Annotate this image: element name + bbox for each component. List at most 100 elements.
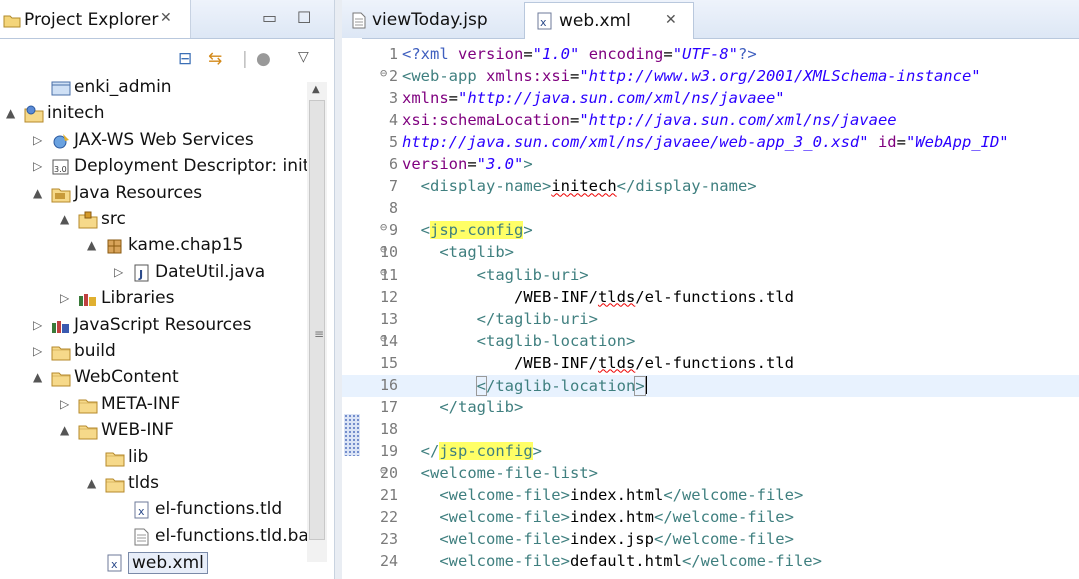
expand-toggle-icon[interactable]: ▷ xyxy=(33,318,42,332)
collapse-toggle-icon[interactable]: ▲ xyxy=(87,238,96,252)
tree-item[interactable]: ▷ JAX-WS Web Services xyxy=(0,128,312,154)
tree-item[interactable]: ▲ WEB-INF xyxy=(0,418,312,444)
code-line[interactable]: 24 <welcome-file>default.html</welcome-f… xyxy=(342,551,1079,573)
code-text: <taglib-location> xyxy=(402,332,636,350)
code-line[interactable]: 17 </taglib> xyxy=(342,397,1079,419)
fold-toggle-icon[interactable]: ⊖ xyxy=(380,463,387,477)
code-line[interactable]: 3 xmlns="http://java.sun.com/xml/ns/javae… xyxy=(342,88,1079,110)
code-line[interactable]: 7 <display-name>initech</display-name> xyxy=(342,176,1079,198)
scroll-up-icon[interactable]: ▲ xyxy=(312,84,320,95)
tree-item[interactable]: ▲ Java Resources xyxy=(0,181,312,207)
minimize-icon[interactable]: ▭ xyxy=(262,8,277,27)
fold-toggle-icon[interactable]: ⊖ xyxy=(380,66,387,80)
tree-item-label: DateUtil.java xyxy=(155,261,266,282)
scrollbar-thumb[interactable]: ≡ xyxy=(309,100,325,540)
line-number: 7 xyxy=(388,177,398,196)
tree-item[interactable]: el-functions.tld.ba xyxy=(0,524,312,550)
collapse-toggle-icon[interactable]: ▲ xyxy=(6,106,15,120)
tree-item[interactable]: ▲ initech xyxy=(0,101,312,127)
expand-toggle-icon[interactable]: ▷ xyxy=(114,265,123,279)
code-line[interactable]: 5 http://java.sun.com/xml/ns/javaee/web-a… xyxy=(342,132,1079,154)
tree-scrollbar[interactable]: ▲ ≡ xyxy=(307,82,327,562)
spelling-marked-text: initech xyxy=(551,177,617,196)
code-token: </welcome-file> xyxy=(653,530,794,549)
tab-project-explorer[interactable]: Project Explorer ✕ xyxy=(0,0,191,38)
expand-toggle-icon[interactable]: ▷ xyxy=(33,159,42,173)
tree-item[interactable]: ▷ 3.0 Deployment Descriptor: inite xyxy=(0,154,320,180)
tree-item[interactable]: ▷ J DateUtil.java xyxy=(0,260,312,286)
tree-item[interactable]: ▷ JavaScript Resources xyxy=(0,313,312,339)
tree-item[interactable]: x web.xml xyxy=(0,550,312,576)
code-line[interactable]: 23 <welcome-file>index.jsp</welcome-file… xyxy=(342,529,1079,551)
code-token: "http://java.sun.com/xml/ns/javaee" xyxy=(458,89,785,108)
code-line[interactable]: 18 xyxy=(342,419,1079,441)
code-line[interactable]: 1 <?xml version="1.0" encoding="UTF-8"?> xyxy=(342,44,1079,66)
tree-item[interactable]: ▲ kame.chap15 xyxy=(0,233,312,259)
fold-toggle-icon[interactable]: ⊖ xyxy=(380,331,387,345)
fold-toggle-icon[interactable]: ⊖ xyxy=(380,220,387,234)
code-line[interactable]: 2 ⊖ <web-app xmlns:xsi="http://www.w3.org/… xyxy=(342,66,1079,88)
code-line[interactable]: 15 /WEB-INF/tlds/el-functions.tld xyxy=(342,353,1079,375)
code-line[interactable]: 16 </taglib-location> xyxy=(342,374,1079,397)
collapse-toggle-icon[interactable]: ▲ xyxy=(33,186,42,200)
code-line[interactable]: 6 version="3.0"> xyxy=(342,154,1079,176)
fold-toggle-icon[interactable]: ⊖ xyxy=(380,265,387,279)
code-line[interactable]: 22 <welcome-file>index.htm</welcome-file… xyxy=(342,507,1079,529)
expand-toggle-icon[interactable]: ▷ xyxy=(33,133,42,147)
code-line[interactable]: 14 ⊖ <taglib-location> xyxy=(342,331,1079,353)
code-line[interactable]: 4 xsi:schemaLocation="http://java.sun.com… xyxy=(342,110,1079,132)
line-number: 1 xyxy=(388,45,398,63)
tree-item-label: src xyxy=(101,209,126,229)
tree-item[interactable]: ▲ tlds xyxy=(0,471,312,497)
code-token: xmlns xyxy=(402,89,449,108)
code-line[interactable]: 10 ⊖ <taglib> xyxy=(342,242,1079,264)
tree-item[interactable]: ▲ src xyxy=(0,207,312,233)
code-line[interactable]: 11 ⊖ <taglib-uri> xyxy=(342,265,1079,287)
tree-item[interactable]: ▲ WebContent xyxy=(0,365,312,391)
collapse-all-icon[interactable]: ⊟ xyxy=(178,49,192,69)
collapse-toggle-icon[interactable]: ▲ xyxy=(87,476,96,490)
tree-item[interactable]: ▷ Libraries xyxy=(0,286,312,312)
close-icon[interactable]: ✕ xyxy=(160,10,172,26)
source-folder-icon xyxy=(78,211,98,229)
tab-viewtoday-jsp[interactable]: viewToday.jsp xyxy=(342,2,520,38)
collapse-toggle-icon[interactable]: ▲ xyxy=(60,423,69,437)
tree-item[interactable]: ▷ META-INF xyxy=(0,392,312,418)
code-line[interactable]: 8 xyxy=(342,198,1079,220)
link-with-editor-icon[interactable]: ⇆ xyxy=(208,49,222,69)
folder-icon xyxy=(3,13,21,32)
code-token: = xyxy=(663,45,673,63)
folder-icon xyxy=(78,422,98,440)
code-line[interactable]: 20 ⊖ <welcome-file-list> xyxy=(342,463,1079,485)
collapse-toggle-icon[interactable]: ▲ xyxy=(60,212,69,226)
focus-icon[interactable]: ● xyxy=(256,49,271,69)
close-icon[interactable]: ✕ xyxy=(665,12,677,28)
code-token: <welcome-file> xyxy=(439,508,570,527)
expand-toggle-icon[interactable]: ▷ xyxy=(33,344,42,358)
code-line[interactable]: 9 ⊖ <jsp-config> xyxy=(342,220,1079,242)
code-line[interactable]: 21 <welcome-file>index.html</welcome-fil… xyxy=(342,485,1079,507)
expand-toggle-icon[interactable]: ▷ xyxy=(60,291,69,305)
expand-toggle-icon[interactable]: ▷ xyxy=(60,397,69,411)
code-line[interactable]: 12 /WEB-INF/tlds/el-functions.tld xyxy=(342,287,1079,309)
fold-toggle-icon[interactable]: ⊖ xyxy=(380,242,387,256)
tree-item[interactable]: lib xyxy=(0,445,312,471)
line-number: 5 xyxy=(388,133,398,152)
tree-item[interactable]: enki_admin xyxy=(0,75,312,101)
tree-item-label: el-functions.tld.ba xyxy=(155,525,309,546)
code-line[interactable]: 19 </jsp-config> xyxy=(342,441,1079,463)
code-line[interactable]: 13 </taglib-uri> xyxy=(342,309,1079,331)
code-token: "UTF-8" xyxy=(672,45,739,63)
tree-item-label: lib xyxy=(128,446,149,467)
tree-item[interactable]: x el-functions.tld xyxy=(0,497,312,523)
maximize-icon[interactable]: ☐ xyxy=(297,8,311,27)
collapse-toggle-icon[interactable]: ▲ xyxy=(33,370,42,384)
explorer-toolbar: ⊟ ⇆ | ● ▽ xyxy=(0,38,334,80)
tree-item[interactable]: ▷ build xyxy=(0,339,312,365)
view-menu-icon[interactable]: ▽ xyxy=(298,49,309,65)
tag-name-highlight: jsp-config xyxy=(430,221,524,240)
tab-web-xml[interactable]: x web.xml ✕ xyxy=(524,2,694,39)
